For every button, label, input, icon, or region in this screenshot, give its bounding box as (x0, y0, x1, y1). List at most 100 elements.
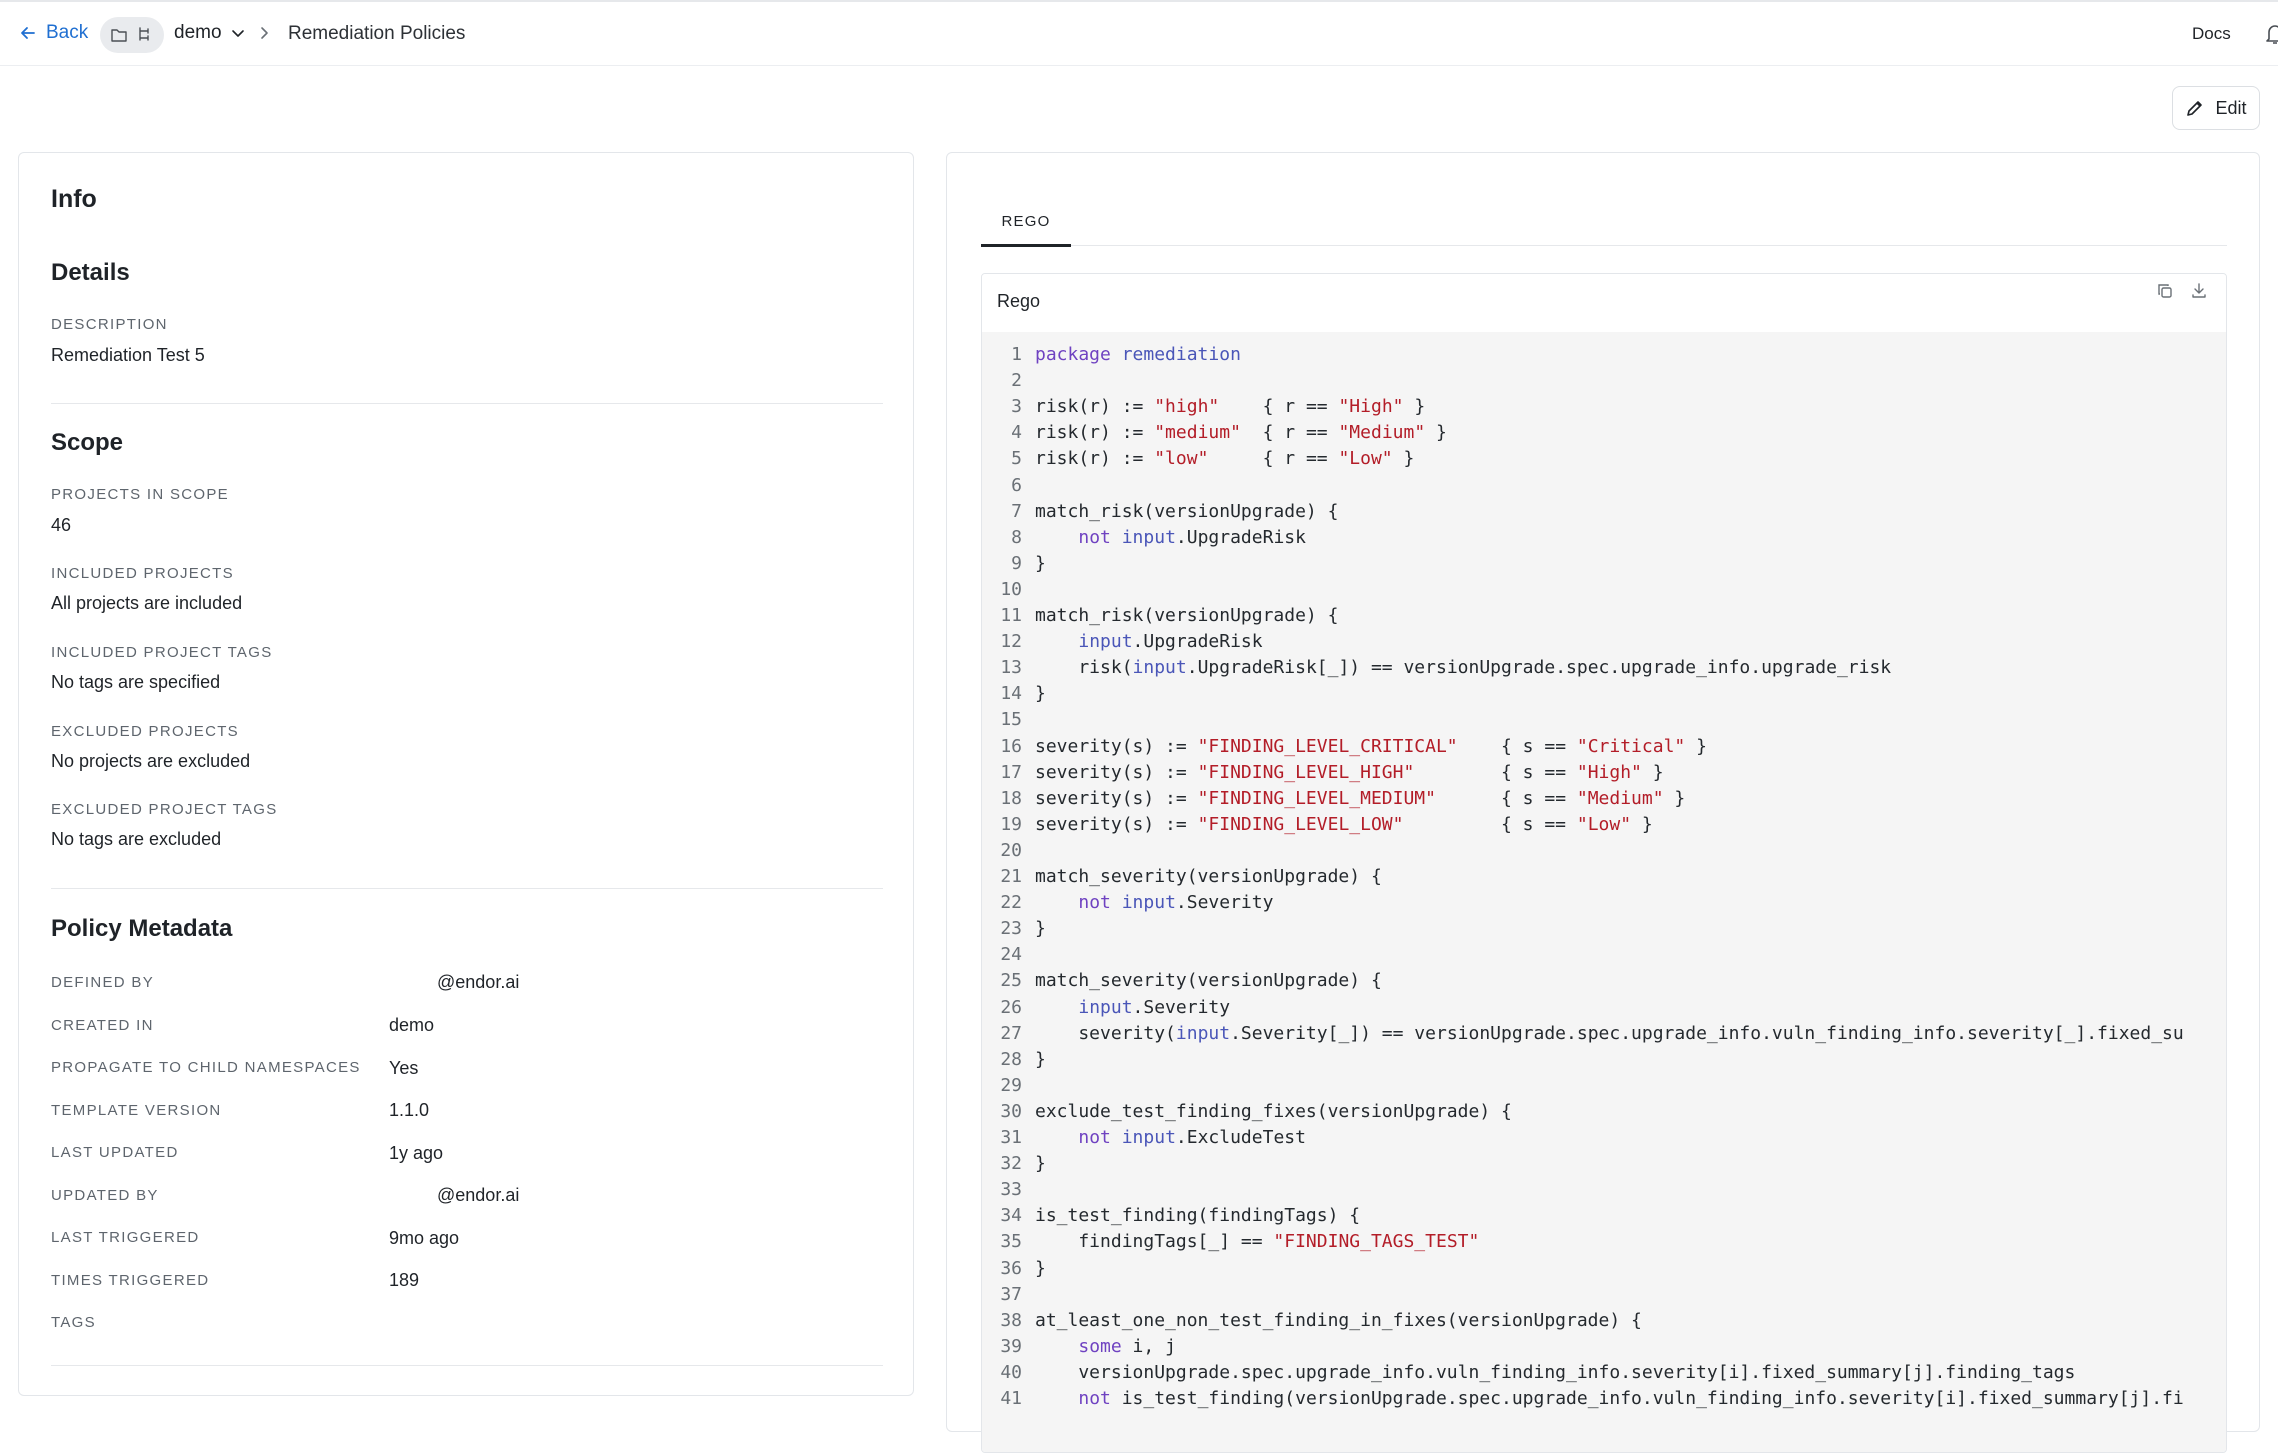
code-token: match_severity(versionUpgrade) { (1035, 866, 1382, 887)
tree-icon (139, 27, 149, 41)
defined-by-value: @endor.ai (437, 972, 520, 992)
tags-label: TAGS (51, 1314, 96, 1331)
last-triggered-label: LAST TRIGGERED (51, 1229, 200, 1246)
included-project-tags-label: INCLUDED PROJECT TAGS (51, 644, 273, 661)
code-token: .UpgradeRisk[_]) == versionUpgrade.spec.… (1186, 657, 1892, 679)
code-token: match_risk(versionUpgrade) { (1035, 500, 1339, 522)
code-token: package (1035, 344, 1111, 365)
copy-icon[interactable] (2156, 282, 2174, 300)
code-token: input (1078, 996, 1133, 1018)
line-number: 6 (1011, 474, 1022, 496)
docs-link[interactable]: Docs (2192, 24, 2231, 44)
last-updated-value: 1y ago (389, 1143, 444, 1163)
chevron-down-icon (231, 30, 244, 37)
info-title: Info (51, 185, 97, 213)
code-token: } (1035, 918, 1046, 940)
description-label: DESCRIPTION (51, 316, 168, 333)
code-token: is_test_finding(findingTags) { (1035, 1205, 1361, 1227)
line-number: 18 (1000, 787, 1022, 809)
line-number: 36 (1000, 1257, 1022, 1279)
defined-by-label: DEFINED BY (51, 974, 155, 991)
code-line: 38 at_least_one_non_test_finding_in_fixes… (982, 1308, 1642, 1334)
line-number: 13 (1000, 657, 1022, 679)
line-number: 30 (1000, 1100, 1022, 1122)
line-number: 17 (1000, 761, 1022, 783)
code-token: } (1403, 396, 1426, 418)
included-project-tags-value: No tags are specified (51, 672, 221, 692)
code-token: .UpgradeRisk (1175, 526, 1306, 548)
code-line: 20 (982, 838, 1035, 864)
code-token: "low" (1154, 448, 1209, 470)
code-token: .Severity (1175, 892, 1274, 914)
code-token: severity( (1035, 1022, 1176, 1044)
code-token: input (1078, 631, 1133, 653)
line-number: 34 (1000, 1205, 1022, 1227)
namespace-chip[interactable] (100, 17, 164, 53)
tab-rego[interactable]: REGO (981, 201, 1071, 247)
line-number: 7 (1011, 500, 1022, 522)
line-number: 25 (1000, 970, 1022, 992)
code-token: } (1392, 448, 1415, 470)
line-number: 4 (1011, 422, 1022, 444)
code-line: 1 package remediation (982, 342, 1241, 368)
divider (51, 1365, 883, 1366)
breadcrumb-current: Remediation Policies (288, 23, 466, 44)
tab-rego-label: REGO (1001, 213, 1051, 230)
code-token: "Medium" (1576, 787, 1664, 809)
back-button[interactable]: Back (18, 22, 88, 44)
line-number: 15 (1000, 709, 1022, 731)
code-token: i, j (1121, 1335, 1176, 1357)
code-title: Rego (997, 291, 1041, 311)
template-version-value: 1.1.0 (389, 1100, 430, 1120)
code-token: { s == (1414, 761, 1577, 783)
code-line: 6 (982, 473, 1035, 499)
bell-icon[interactable] (2264, 22, 2278, 46)
line-number: 31 (1000, 1127, 1022, 1148)
code-token: severity(s) := (1035, 787, 1198, 809)
code-token: "medium" (1154, 422, 1241, 444)
code-token: { s == (1403, 813, 1577, 835)
code-token: severity(s) := (1035, 735, 1198, 757)
code-line: 37 (982, 1282, 1035, 1308)
code-token: } (1035, 683, 1046, 705)
code-line: 29 (982, 1073, 1035, 1099)
code-line: 31 not input.ExcludeTest (982, 1125, 1306, 1151)
code-token: "FINDING_LEVEL_MEDIUM" (1197, 787, 1436, 809)
download-icon[interactable] (2190, 282, 2208, 300)
code-line: 33 (982, 1177, 1035, 1203)
code-line: 25 match_severity(versionUpgrade) { (982, 968, 1381, 994)
code-token: } (1641, 761, 1664, 783)
code-line: 30 exclude_test_finding_fixes(versionUpgr… (982, 1099, 1512, 1125)
divider (51, 888, 883, 889)
namespace-name: demo (174, 22, 222, 43)
code-line: 21 match_severity(versionUpgrade) { (982, 864, 1382, 890)
code-token: } (1631, 813, 1653, 835)
code-token: "Low" (1338, 448, 1393, 470)
back-label: Back (46, 22, 89, 43)
propagate-label: PROPAGATE TO CHILD NAMESPACES (51, 1059, 361, 1076)
code-line: 15 (982, 707, 1035, 733)
code-token: "High" (1576, 761, 1642, 783)
code-token: not (1078, 892, 1111, 914)
code-token: "High" (1338, 396, 1404, 418)
code-token: } (1035, 1153, 1046, 1175)
times-triggered-label: TIMES TRIGGERED (51, 1272, 210, 1289)
top-bar: Back demo Remediation Policies Docs (0, 0, 2278, 66)
code-line: 39 some i, j (982, 1334, 1176, 1360)
code-token: input (1175, 1022, 1231, 1044)
code-token: { r == (1208, 448, 1339, 470)
code-token: { s == (1435, 787, 1577, 809)
namespace-selector[interactable]: demo (174, 22, 246, 44)
tab-bar: REGO (981, 201, 2227, 247)
tab-active-indicator (981, 244, 1071, 247)
line-number: 32 (1000, 1153, 1022, 1175)
edit-button[interactable]: Edit (2172, 86, 2260, 130)
code-token: } (1425, 422, 1447, 444)
code-editor[interactable]: 1 package remediation 2 3 risk(r) := "high" … (982, 332, 2226, 1452)
